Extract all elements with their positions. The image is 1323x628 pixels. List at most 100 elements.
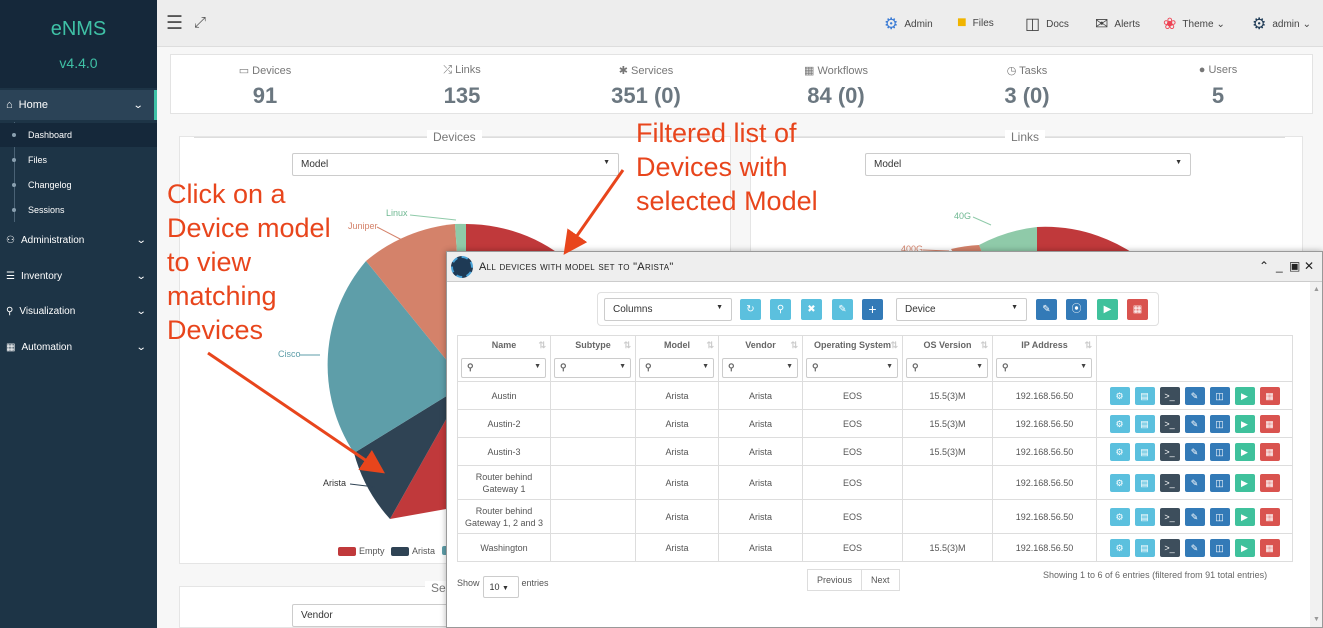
duplicate-button[interactable]: ✎ bbox=[1184, 386, 1205, 405]
delete-all-button[interactable]: ▦ bbox=[1127, 299, 1148, 320]
properties-button[interactable]: ▤ bbox=[1134, 473, 1155, 492]
delete-button[interactable]: ▦ bbox=[1259, 414, 1280, 433]
sidebar-item-home[interactable]: ⌂ Home ⌄ bbox=[0, 90, 157, 120]
scroll-up-icon[interactable]: ▲ bbox=[1313, 286, 1320, 293]
edit-device-button[interactable]: ⚙ bbox=[1109, 414, 1130, 433]
sidebar-item-files[interactable]: Files bbox=[0, 148, 157, 172]
properties-button[interactable]: ▤ bbox=[1134, 442, 1155, 461]
duplicate-button[interactable]: ✎ bbox=[1184, 507, 1205, 526]
links-pie[interactable] bbox=[751, 137, 1304, 267]
os-filter[interactable]: ⚲ ▼ bbox=[806, 358, 898, 378]
duplicate-button[interactable]: ✎ bbox=[1184, 538, 1205, 557]
model-filter[interactable]: ⚲ ▼ bbox=[639, 358, 714, 378]
column-header-subtype[interactable]: Subtype ⇅ ⚲ ▼ bbox=[550, 335, 636, 382]
pie-label-40g[interactable]: 40G bbox=[954, 211, 971, 221]
subtype-filter[interactable]: ⚲ ▼ bbox=[554, 358, 631, 378]
legend-empty[interactable]: Empty bbox=[338, 546, 385, 556]
pie-label-cisco[interactable]: Cisco bbox=[278, 349, 301, 359]
properties-button[interactable]: ▤ bbox=[1134, 386, 1155, 405]
duplicate-button[interactable]: ✎ bbox=[1184, 473, 1205, 492]
theme-dropdown[interactable]: ❀ Theme ⌄ bbox=[1163, 14, 1225, 34]
duplicate-button[interactable]: ✎ bbox=[1184, 442, 1205, 461]
terminal-button[interactable]: >_ bbox=[1159, 473, 1180, 492]
column-header-ip[interactable]: IP Address ⇅ ⚲ ▼ bbox=[992, 335, 1097, 382]
configuration-button[interactable]: ◫ bbox=[1209, 442, 1230, 461]
edit-device-button[interactable]: ⚙ bbox=[1109, 473, 1130, 492]
delete-button[interactable]: ▦ bbox=[1259, 507, 1280, 526]
column-header-name[interactable]: Name ⇅ ⚲ ▼ bbox=[457, 335, 551, 382]
configuration-button[interactable]: ◫ bbox=[1209, 538, 1230, 557]
edit-device-button[interactable]: ⚙ bbox=[1109, 507, 1130, 526]
column-header-os[interactable]: Operating System ⇅ ⚲ ▼ bbox=[802, 335, 903, 382]
previous-button[interactable]: Previous bbox=[807, 569, 863, 591]
run-service-button[interactable]: ▶ bbox=[1234, 538, 1255, 557]
edit-device-button[interactable]: ⚙ bbox=[1109, 538, 1130, 557]
user-dropdown[interactable]: ⚙ admin ⌄ bbox=[1252, 14, 1311, 34]
columns-select[interactable]: Columns ▼ bbox=[604, 298, 732, 321]
properties-button[interactable]: ▤ bbox=[1134, 507, 1155, 526]
modal-header[interactable]: All devices with model set to "Arista" ⌃… bbox=[447, 252, 1322, 282]
sidebar-item-inventory[interactable]: ☰ Inventory ⌄ bbox=[0, 261, 157, 291]
sidebar-item-dashboard[interactable]: Dashboard bbox=[0, 123, 157, 147]
files-link[interactable]: ■ Files bbox=[957, 14, 994, 32]
add-button[interactable]: + bbox=[862, 299, 883, 320]
search-button[interactable]: ⚲ bbox=[770, 299, 791, 320]
type-select[interactable]: Device ▼ bbox=[896, 298, 1027, 321]
alerts-link[interactable]: ✉ Alerts bbox=[1095, 14, 1140, 34]
delete-button[interactable]: ▦ bbox=[1259, 386, 1280, 405]
pie-label-juniper[interactable]: Juniper bbox=[348, 221, 378, 231]
modal-scrollbar[interactable]: ▲ ▼ bbox=[1310, 282, 1322, 627]
os-version-filter[interactable]: ⚲ ▼ bbox=[906, 358, 988, 378]
terminal-button[interactable]: >_ bbox=[1159, 414, 1180, 433]
terminal-button[interactable]: >_ bbox=[1159, 538, 1180, 557]
sidebar-item-sessions[interactable]: Sessions bbox=[0, 198, 157, 222]
page-length-select[interactable]: 10 ▼ bbox=[482, 576, 519, 598]
configuration-button[interactable]: ◫ bbox=[1209, 386, 1230, 405]
fullscreen-icon[interactable]: ⤢ bbox=[194, 14, 206, 31]
edit-button[interactable]: ✎ bbox=[832, 299, 853, 320]
sidebar-item-changelog[interactable]: Changelog bbox=[0, 173, 157, 197]
services-property-select[interactable]: Vendor bbox=[292, 604, 462, 627]
sidebar-item-administration[interactable]: ⚇ Administration ⌄ bbox=[0, 225, 157, 255]
terminal-button[interactable]: >_ bbox=[1159, 442, 1180, 461]
scroll-down-icon[interactable]: ▼ bbox=[1313, 616, 1320, 623]
run-service-button[interactable]: ▶ bbox=[1234, 442, 1255, 461]
bulk-edit-button[interactable]: ✎ bbox=[1036, 299, 1057, 320]
pie-label-linux[interactable]: Linux bbox=[386, 208, 408, 218]
terminal-button[interactable]: >_ bbox=[1159, 386, 1180, 405]
refresh-button[interactable]: ↻ bbox=[740, 299, 761, 320]
ip-filter[interactable]: ⚲ ▼ bbox=[996, 358, 1092, 378]
column-header-vendor[interactable]: Vendor ⇅ ⚲ ▼ bbox=[718, 335, 803, 382]
docs-link[interactable]: ◫ Docs bbox=[1025, 14, 1069, 34]
run-service-button[interactable]: ▶ bbox=[1234, 414, 1255, 433]
run-service-button[interactable]: ▶ bbox=[1234, 386, 1255, 405]
properties-button[interactable]: ▤ bbox=[1134, 538, 1155, 557]
minimize-icon[interactable]: _ bbox=[1276, 259, 1283, 273]
sidebar-item-visualization[interactable]: ⚲ Visualization ⌄ bbox=[0, 296, 157, 326]
export-button[interactable]: ⦿ bbox=[1066, 299, 1087, 320]
run-service-button[interactable]: ▶ bbox=[1234, 473, 1255, 492]
vendor-filter[interactable]: ⚲ ▼ bbox=[722, 358, 798, 378]
properties-button[interactable]: ▤ bbox=[1134, 414, 1155, 433]
run-service-button[interactable]: ▶ bbox=[1234, 507, 1255, 526]
terminal-button[interactable]: >_ bbox=[1159, 507, 1180, 526]
close-icon[interactable]: ✕ bbox=[1304, 259, 1314, 273]
admin-link[interactable]: ⚙ Admin bbox=[884, 14, 933, 34]
delete-button[interactable]: ▦ bbox=[1259, 442, 1280, 461]
edit-device-button[interactable]: ⚙ bbox=[1109, 386, 1130, 405]
configuration-button[interactable]: ◫ bbox=[1209, 507, 1230, 526]
clear-search-button[interactable]: ✖ bbox=[801, 299, 822, 320]
sidebar-item-automation[interactable]: ▦ Automation ⌄ bbox=[0, 332, 157, 362]
maximize-icon[interactable]: ▣ bbox=[1289, 259, 1300, 273]
delete-button[interactable]: ▦ bbox=[1259, 538, 1280, 557]
configuration-button[interactable]: ◫ bbox=[1209, 414, 1230, 433]
duplicate-button[interactable]: ✎ bbox=[1184, 414, 1205, 433]
run-button[interactable]: ▶ bbox=[1097, 299, 1118, 320]
minimize-chevron-icon[interactable]: ⌃ bbox=[1259, 259, 1269, 273]
delete-button[interactable]: ▦ bbox=[1259, 473, 1280, 492]
menu-icon[interactable]: ☰ bbox=[166, 12, 183, 35]
brand-name[interactable]: eNMS bbox=[0, 18, 157, 41]
next-button[interactable]: Next bbox=[862, 569, 900, 591]
configuration-button[interactable]: ◫ bbox=[1209, 473, 1230, 492]
column-header-os-version[interactable]: OS Version ⇅ ⚲ ▼ bbox=[902, 335, 993, 382]
